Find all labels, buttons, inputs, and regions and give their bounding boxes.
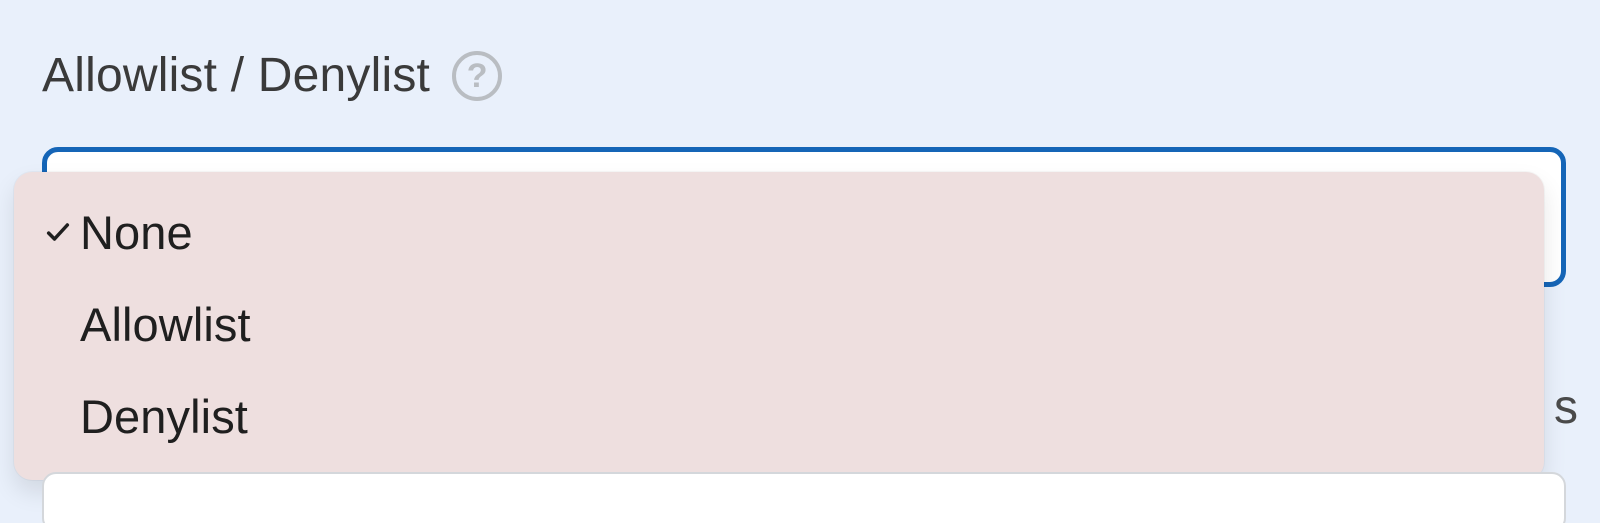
dropdown-option-label: None: [80, 205, 193, 260]
dropdown-option-allowlist[interactable]: Allowlist: [14, 278, 1544, 370]
field-label-row: Allowlist / Denylist ?: [42, 48, 502, 103]
truncated-text: s: [1554, 380, 1578, 435]
dropdown-option-none[interactable]: None: [14, 186, 1544, 278]
next-field-outline[interactable]: [42, 472, 1566, 523]
help-icon[interactable]: ?: [452, 51, 502, 101]
allowlist-denylist-dropdown[interactable]: None Allowlist Denylist: [14, 172, 1544, 480]
field-label: Allowlist / Denylist: [42, 48, 430, 103]
checkmark-icon: [44, 218, 72, 246]
dropdown-option-label: Allowlist: [80, 297, 251, 352]
dropdown-option-label: Denylist: [80, 389, 248, 444]
dropdown-option-denylist[interactable]: Denylist: [14, 370, 1544, 462]
